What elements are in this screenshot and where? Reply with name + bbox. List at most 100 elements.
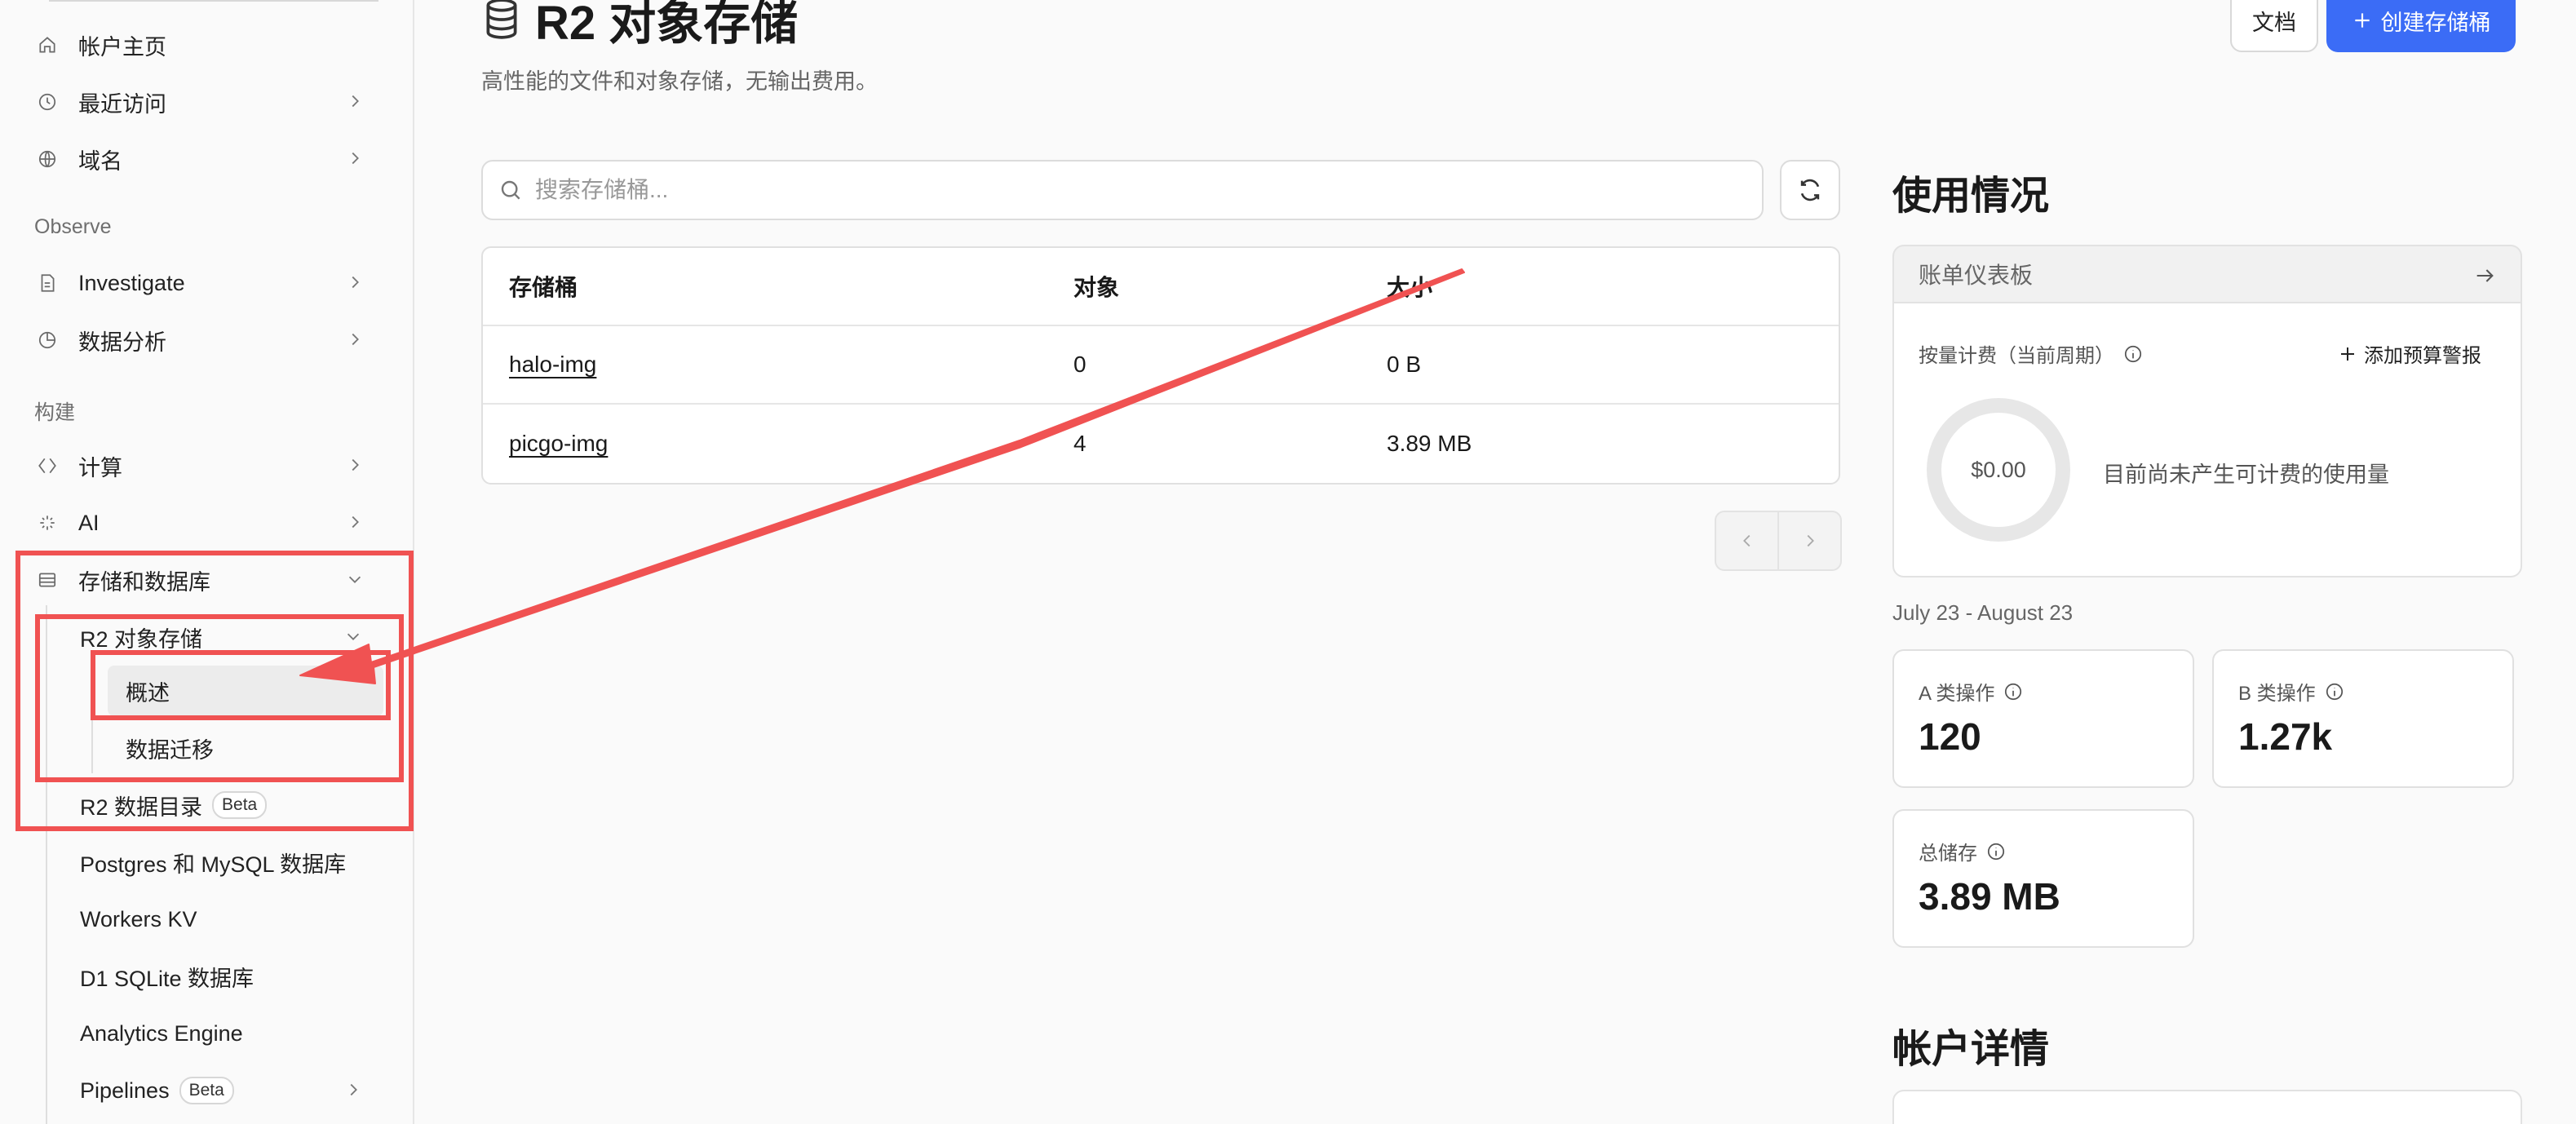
info-icon[interactable] <box>1985 841 2007 862</box>
column-header-objects[interactable]: 对象 <box>1073 270 1119 303</box>
billing-dashboard-link[interactable]: 账单仪表板 <box>1892 245 2522 302</box>
sidebar-item-r2-migration[interactable]: 数据迁移 <box>108 723 383 773</box>
sidebar-item-label: 概述 <box>126 680 170 706</box>
table-header: 存储桶 对象 大小 <box>483 248 1839 326</box>
bucket-size: 0 B <box>1387 352 1422 377</box>
sidebar-item-r2-overview[interactable]: 概述 <box>108 666 383 716</box>
table-row: halo-img 0 0 B <box>483 326 1839 405</box>
usage-amount: $0.00 <box>1971 457 2026 482</box>
beta-badge: Beta <box>212 791 268 819</box>
sidebar-item-label: Investigate <box>78 270 185 295</box>
column-header-bucket[interactable]: 存储桶 <box>509 270 578 303</box>
create-bucket-label: 创建存储桶 <box>2380 10 2491 35</box>
sidebar-item-workers-kv[interactable]: Workers KV <box>80 896 374 943</box>
plus-icon <box>2354 13 2370 28</box>
tree-line <box>91 659 93 773</box>
sidebar-item-d1[interactable]: D1 SQLite 数据库 <box>80 953 374 1000</box>
usage-heading: 使用情况 <box>1892 175 2050 218</box>
bucket-link[interactable]: halo-img <box>509 352 596 378</box>
column-header-size[interactable]: 大小 <box>1387 270 1432 303</box>
sidebar-item-label: 帐户主页 <box>78 34 166 60</box>
page-title-text: R2 对象存储 <box>535 0 799 50</box>
info-icon[interactable] <box>2122 343 2144 365</box>
table-row: picgo-img 4 3.89 MB <box>483 405 1839 483</box>
sidebar-item-label: R2 数据目录 <box>80 794 203 820</box>
account-details-card <box>1892 1090 2522 1124</box>
metric-label: 总储存 <box>1919 837 2007 865</box>
add-alert-label: 添加预算警报 <box>2364 345 2481 367</box>
chevron-right-icon <box>352 276 359 289</box>
chevron-right-icon <box>352 516 359 529</box>
sidebar-item-investigate[interactable]: Investigate <box>31 259 375 307</box>
sidebar-item-postgres-mysql[interactable]: Postgres 和 MySQL 数据库 <box>80 839 374 886</box>
sidebar-item-storage-databases[interactable]: 存储和数据库 <box>31 556 375 604</box>
beta-badge: Beta <box>179 1077 234 1104</box>
billing-card: 按量计费（当前周期） 添加预算警报 $0.00 目前尚未产生可计费的使用量 <box>1892 302 2522 577</box>
refresh-button[interactable] <box>1780 160 1840 220</box>
prev-page-button[interactable] <box>1716 512 1779 569</box>
metric-class-a: A 类操作 120 <box>1892 649 2194 788</box>
chevron-right-icon <box>352 152 359 165</box>
sidebar-top-divider <box>49 0 378 2</box>
sidebar-item-domains[interactable]: 域名 <box>31 135 375 183</box>
sidebar-item-analytics[interactable]: 数据分析 <box>31 316 375 364</box>
sidebar-item-r2-catalog[interactable]: R2 数据目录 Beta <box>80 781 374 829</box>
object-count: 4 <box>1073 431 1087 456</box>
sidebar-item-recent[interactable]: 最近访问 <box>31 78 375 126</box>
sidebar-item-label: 存储和数据库 <box>78 569 210 595</box>
section-label-observe: Observe <box>34 215 112 238</box>
bucket-search[interactable] <box>481 160 1764 220</box>
metered-label: 按量计费（当前周期） <box>1919 339 2144 368</box>
metric-class-b: B 类操作 1.27k <box>2212 649 2514 788</box>
usage-note: 目前尚未产生可计费的使用量 <box>2103 462 2389 487</box>
add-budget-alert-button[interactable]: 添加预算警报 <box>2338 339 2481 368</box>
sidebar-item-label: 计算 <box>78 455 122 480</box>
metric-value: 1.27k <box>2238 715 2333 758</box>
metric-label-text: 总储存 <box>1919 843 1977 865</box>
bucket-size: 3.89 MB <box>1387 431 1472 456</box>
create-bucket-button[interactable]: 创建存储桶 <box>2326 0 2516 52</box>
section-label-build: 构建 <box>34 401 76 424</box>
page-subtitle: 高性能的文件和对象存储，无输出费用。 <box>481 69 878 94</box>
sparkle-icon <box>31 507 64 539</box>
sidebar-item-label: R2 对象存储 <box>80 626 203 652</box>
info-icon[interactable] <box>2324 681 2345 702</box>
main-content: R2 对象存储 高性能的文件和对象存储，无输出费用。 文档 创建存储桶 存储桶 … <box>416 0 2576 1124</box>
sidebar-item-pipelines[interactable]: Pipelines Beta <box>80 1067 374 1114</box>
bucket-link[interactable]: picgo-img <box>509 431 608 457</box>
sidebar-item-label: Workers KV <box>80 906 197 932</box>
sidebar-item-label: AI <box>78 510 100 535</box>
compute-icon <box>31 449 64 482</box>
metric-total-storage: 总储存 3.89 MB <box>1892 809 2194 948</box>
docs-button[interactable]: 文档 <box>2230 0 2318 52</box>
sidebar-item-ai[interactable]: AI <box>31 499 375 547</box>
metric-label-text: A 类操作 <box>1919 683 1995 705</box>
sidebar-item-label: 数据迁移 <box>126 737 214 763</box>
sidebar-item-label: 最近访问 <box>78 91 166 117</box>
sidebar-item-label: Postgres 和 MySQL 数据库 <box>80 852 347 877</box>
search-icon <box>501 180 520 200</box>
globe-icon <box>31 143 64 175</box>
sidebar-item-account-home[interactable]: 帐户主页 <box>31 21 375 69</box>
database-icon <box>486 0 517 39</box>
search-input[interactable] <box>535 177 1762 203</box>
sidebar-item-label: Analytics Engine <box>80 1020 243 1046</box>
billing-link-label: 账单仪表板 <box>1919 263 2034 288</box>
metric-value: 120 <box>1919 715 1981 758</box>
metric-label: A 类操作 <box>1919 677 2024 706</box>
tree-line <box>46 605 47 1124</box>
next-page-button[interactable] <box>1779 512 1840 569</box>
chevron-right-icon <box>1807 534 1814 547</box>
sidebar-item-r2[interactable]: R2 对象存储 <box>80 613 374 661</box>
sidebar-item-label: Pipelines <box>80 1078 170 1103</box>
pagination <box>1715 511 1842 571</box>
chevron-left-icon <box>1742 534 1750 547</box>
usage-donut: $0.00 <box>1927 398 2070 542</box>
sidebar-item-analytics-engine[interactable]: Analytics Engine <box>80 1010 374 1057</box>
pie-chart-icon <box>31 324 64 356</box>
plus-icon <box>2341 347 2354 361</box>
info-icon[interactable] <box>2003 681 2024 702</box>
sidebar-item-label: 域名 <box>78 148 122 174</box>
sidebar-item-compute[interactable]: 计算 <box>31 442 375 489</box>
clock-icon <box>31 86 64 118</box>
